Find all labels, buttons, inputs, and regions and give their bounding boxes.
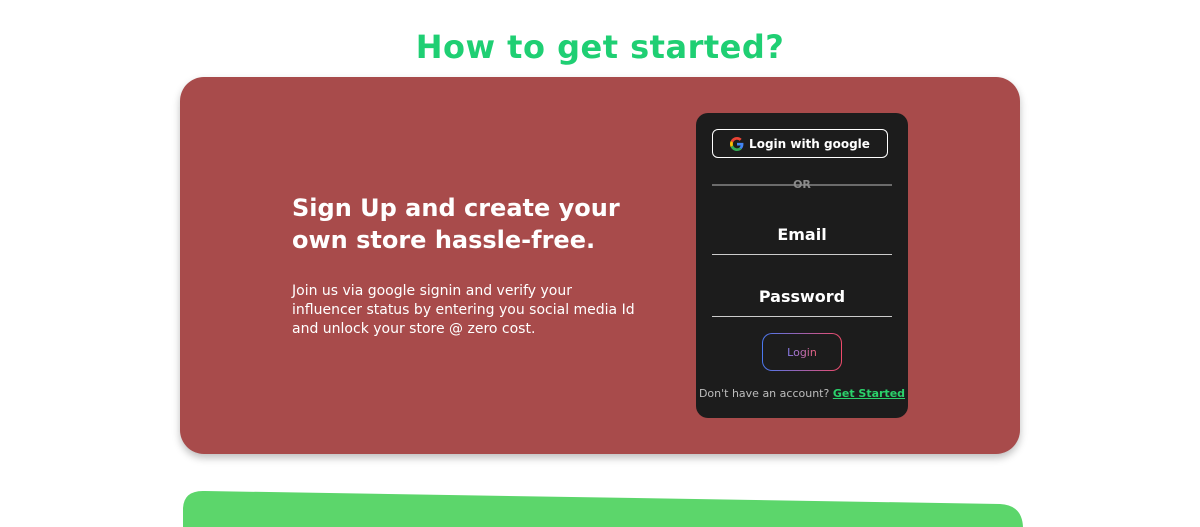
page: How to get started? Sign Up and create y…	[0, 0, 1200, 527]
next-section-shape	[183, 490, 1023, 527]
next-section-background	[183, 490, 1023, 527]
